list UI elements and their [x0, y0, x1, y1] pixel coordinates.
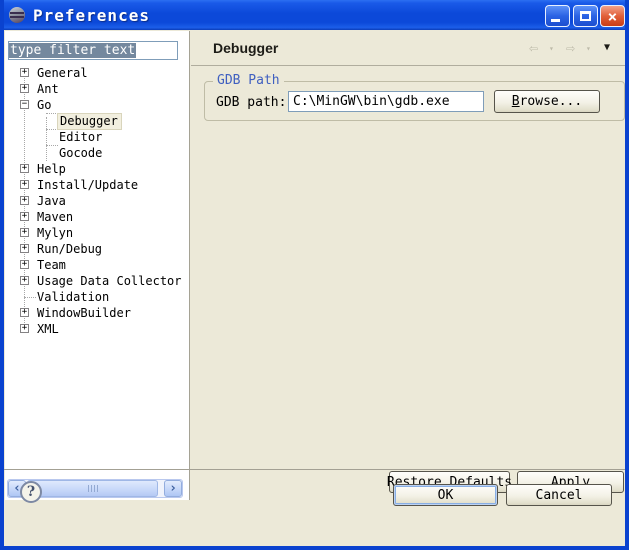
view-menu-icon[interactable]: ▼	[604, 42, 610, 53]
plus-box-icon[interactable]: +	[20, 84, 29, 93]
thumb-grip	[91, 485, 92, 492]
plus-box-icon[interactable]: +	[20, 68, 29, 77]
help-button[interactable]: ?	[20, 481, 42, 503]
minus-box-icon[interactable]: −	[20, 100, 29, 109]
plus-box-icon[interactable]: +	[20, 228, 29, 237]
minimize-icon	[551, 19, 560, 22]
maximize-icon	[580, 11, 591, 21]
preferences-tree-panel: type filter text + General + Ant − Go De…	[5, 31, 190, 500]
ok-button[interactable]: OK	[393, 484, 498, 506]
preference-page-panel: Debugger ⇦ ▾ ⇨ ▾ ▼ GDB Path GDB path: C:…	[191, 31, 629, 500]
plus-box-icon[interactable]: +	[20, 212, 29, 221]
gdb-path-label: GDB path:	[216, 95, 286, 110]
browse-button[interactable]: Browse...	[494, 90, 600, 113]
thumb-grip	[97, 485, 98, 492]
maximize-button[interactable]	[573, 5, 598, 27]
page-header: Debugger ⇦ ▾ ⇨ ▾ ▼	[191, 31, 629, 66]
back-icon[interactable]: ⇦	[529, 39, 538, 57]
back-dropdown-icon[interactable]: ▾	[549, 44, 554, 53]
plus-box-icon[interactable]: +	[20, 276, 29, 285]
plus-box-icon[interactable]: +	[20, 244, 29, 253]
minimize-button[interactable]	[545, 5, 570, 27]
plus-box-icon[interactable]: +	[20, 324, 29, 333]
eclipse-icon	[9, 7, 25, 23]
group-title: GDB Path	[213, 73, 284, 88]
tree-connector	[46, 117, 47, 161]
plus-box-icon[interactable]: +	[20, 196, 29, 205]
filter-text-selected: type filter text	[9, 43, 136, 58]
plus-box-icon[interactable]: +	[20, 308, 29, 317]
plus-box-icon[interactable]: +	[20, 260, 29, 269]
preferences-dialog: Preferences × type filter text + General	[0, 0, 629, 550]
titlebar[interactable]: Preferences ×	[0, 0, 629, 30]
cancel-button[interactable]: Cancel	[506, 484, 612, 506]
thumb-grip	[88, 485, 89, 492]
scrollbar-thumb[interactable]	[27, 480, 158, 497]
forward-icon[interactable]: ⇨	[566, 39, 575, 57]
forward-dropdown-icon[interactable]: ▾	[586, 44, 591, 53]
page-title: Debugger	[213, 40, 278, 56]
close-icon: ×	[608, 7, 618, 26]
help-icon: ?	[27, 484, 35, 500]
thumb-grip	[94, 485, 95, 492]
plus-box-icon[interactable]: +	[20, 180, 29, 189]
browse-button-label: rowse...	[520, 94, 583, 109]
plus-box-icon[interactable]: +	[20, 164, 29, 173]
window-title: Preferences	[33, 6, 150, 25]
close-button[interactable]: ×	[600, 5, 625, 27]
bottom-separator	[4, 469, 625, 470]
scroll-right-icon[interactable]: ›	[164, 480, 182, 497]
gdb-path-input[interactable]: C:\MinGW\bin\gdb.exe	[288, 91, 484, 112]
filter-input[interactable]: type filter text	[8, 41, 178, 60]
browse-button-label: B	[512, 94, 520, 109]
